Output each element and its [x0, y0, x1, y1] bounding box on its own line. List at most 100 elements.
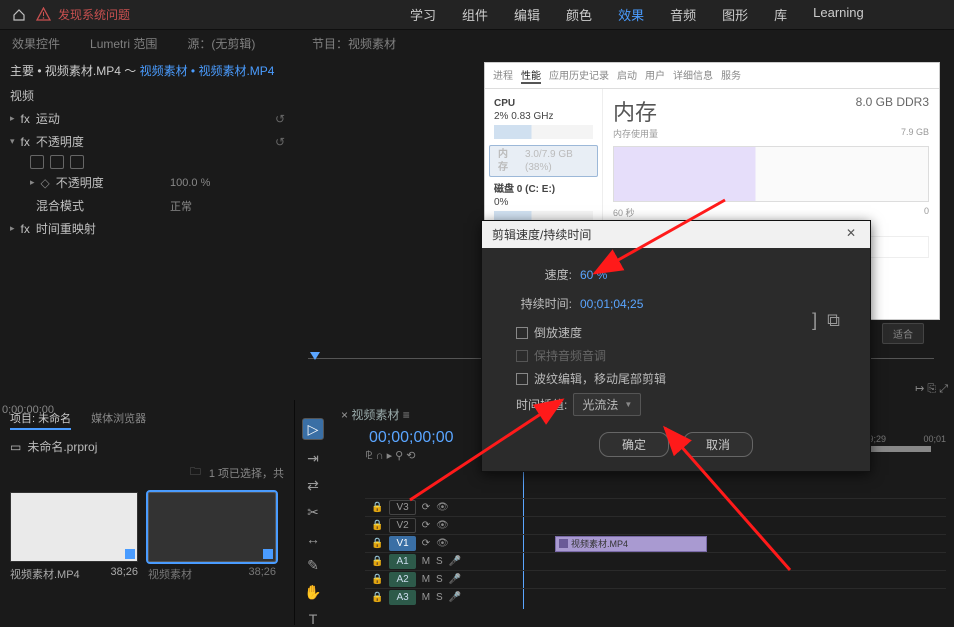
lock-icon[interactable]: 🔒: [371, 574, 383, 585]
menu-color[interactable]: 颜色: [566, 5, 592, 24]
blend-value[interactable]: 正常: [170, 198, 192, 214]
pen-mask-icon[interactable]: [70, 155, 84, 169]
ellipse-mask-icon[interactable]: [30, 155, 44, 169]
timeline-controls[interactable]: ⅊ ∩ ▸ ⚲ ⟲: [365, 448, 415, 463]
ok-button[interactable]: 确定: [599, 432, 669, 457]
sequence-tab[interactable]: 视频素材: [351, 408, 399, 422]
mic-icon[interactable]: 🎤: [449, 574, 461, 585]
lock-icon[interactable]: 🔒: [371, 502, 383, 513]
track-toggle[interactable]: A2: [389, 572, 415, 587]
video-group[interactable]: 视频: [10, 84, 285, 107]
ruler-tools[interactable]: ↦ ⎘ ⤢: [915, 382, 948, 396]
opacity-mask-tools: [30, 153, 285, 171]
eye-icon[interactable]: 👁: [436, 520, 449, 531]
reverse-checkbox-row[interactable]: 倒放速度: [516, 324, 846, 341]
track-toggle[interactable]: V3: [389, 500, 415, 515]
close-icon[interactable]: ✕: [842, 226, 860, 243]
tm-tab[interactable]: 进程: [493, 67, 513, 84]
tab-lumetri[interactable]: Lumetri 范围: [90, 35, 157, 52]
tab-program[interactable]: 节目：视频素材: [312, 35, 396, 52]
track-select-tool-icon[interactable]: ⇥: [302, 450, 324, 467]
tm-side-item[interactable]: 内存3.0/7.9 GB (38%): [489, 145, 598, 177]
mic-icon[interactable]: 🎤: [449, 592, 461, 603]
blend-mode-row[interactable]: 混合模式 正常: [36, 194, 285, 217]
tm-tab[interactable]: 用户: [645, 67, 665, 84]
sync-icon[interactable]: ⟳: [422, 502, 430, 513]
duration-value[interactable]: 00;01;04;25: [580, 297, 643, 311]
clip-link[interactable]: 视频素材 • 视频素材.MP4: [140, 64, 275, 78]
project-file-row[interactable]: ▭ 未命名.prproj: [10, 438, 284, 455]
zoom-fit-dropdown[interactable]: 适合: [882, 323, 924, 344]
tab-project[interactable]: 项目: 未命名: [10, 410, 71, 430]
lock-icon[interactable]: 🔒: [371, 592, 383, 603]
reset-icon[interactable]: ↺: [275, 135, 285, 149]
bin-item[interactable]: 视频素材.MP438;26: [10, 492, 138, 582]
fx-time-remap[interactable]: ▸fx时间重映射: [10, 217, 285, 240]
track-row: 🔒A2MS🎤: [365, 570, 946, 588]
warning-text[interactable]: 发现系统问题: [58, 6, 130, 23]
eye-icon[interactable]: 👁: [436, 502, 449, 513]
menu-learning[interactable]: Learning: [813, 5, 864, 24]
sync-icon[interactable]: ⟳: [422, 520, 430, 531]
razor-tool-icon[interactable]: ✂: [302, 504, 324, 521]
track-toggle[interactable]: A1: [389, 554, 415, 569]
slip-tool-icon[interactable]: ↔: [302, 531, 324, 547]
fx-opacity[interactable]: ▾fx不透明度↺: [10, 130, 285, 153]
selection-tool-icon[interactable]: ▷: [302, 418, 324, 440]
thumbnail[interactable]: [148, 492, 276, 562]
tracks: 🔒V3⟳👁 🔒V2⟳👁 🔒V1⟳👁 视频素材.MP4 🔒A1MS🎤 🔒A2MS🎤…: [365, 498, 946, 606]
opacity-value[interactable]: 100.0 %: [170, 177, 210, 189]
tab-source[interactable]: 源：(无剪辑): [187, 35, 255, 52]
home-icon[interactable]: [10, 6, 28, 24]
eye-icon[interactable]: 👁: [436, 538, 449, 549]
link-icon[interactable]: ] ⧉: [812, 310, 840, 331]
tab-effect-controls[interactable]: 效果控件: [12, 35, 60, 52]
lock-icon[interactable]: 🔒: [371, 556, 383, 567]
tm-tab[interactable]: 详细信息: [673, 67, 713, 84]
tab-media-browser[interactable]: 媒体浏览器: [91, 410, 146, 430]
opacity-value-row[interactable]: ▸◇ 不透明度 100.0 %: [30, 171, 285, 194]
panel-tabs-row: 效果控件 Lumetri 范围 源：(无剪辑) 节目：视频素材: [0, 30, 954, 56]
folder-icon[interactable]: 🗀: [190, 463, 201, 482]
sync-icon[interactable]: ⟳: [422, 538, 430, 549]
menu-assembly[interactable]: 组件: [462, 5, 488, 24]
tm-tab[interactable]: 启动: [617, 67, 637, 84]
bin-item[interactable]: 视频素材38;26: [148, 492, 276, 582]
ripple-tool-icon[interactable]: ⇄: [302, 477, 324, 494]
track-toggle[interactable]: A3: [389, 590, 415, 605]
menu-audio[interactable]: 音频: [670, 5, 696, 24]
menu-effects[interactable]: 效果: [618, 5, 644, 24]
cancel-button[interactable]: 取消: [683, 432, 753, 457]
warning-icon[interactable]: [34, 6, 52, 24]
hand-tool-icon[interactable]: ✋: [302, 584, 324, 601]
pen-tool-icon[interactable]: ✎: [302, 557, 324, 574]
dialog-titlebar[interactable]: 剪辑速度/持续时间 ✕: [482, 221, 870, 248]
fx-motion[interactable]: ▸fx运动↺: [10, 107, 285, 130]
tm-tab[interactable]: 性能: [521, 67, 541, 84]
playhead-icon[interactable]: [310, 352, 320, 360]
track-row: 🔒A3MS🎤: [365, 588, 946, 606]
menu-edit[interactable]: 编辑: [514, 5, 540, 24]
lock-icon[interactable]: 🔒: [371, 520, 383, 531]
video-clip[interactable]: 视频素材.MP4: [555, 536, 707, 552]
lock-icon[interactable]: 🔒: [371, 538, 383, 549]
ripple-checkbox-row[interactable]: 波纹编辑，移动尾部剪辑: [516, 370, 846, 387]
track-toggle[interactable]: V1: [389, 536, 415, 551]
menu-graphics[interactable]: 图形: [722, 5, 748, 24]
menu-learn[interactable]: 学习: [410, 5, 436, 24]
speed-value[interactable]: 60 %: [580, 268, 607, 282]
thumbnail[interactable]: [10, 492, 138, 562]
track-toggle[interactable]: V2: [389, 518, 415, 533]
selection-info: 1 项已选择，共: [209, 465, 284, 481]
tm-side-item[interactable]: CPU2% 0.83 GHz: [489, 93, 598, 143]
ruler-tc: 00;01: [923, 434, 946, 444]
interp-dropdown[interactable]: 光流法▼: [573, 393, 641, 416]
rect-mask-icon[interactable]: [50, 155, 64, 169]
mic-icon[interactable]: 🎤: [449, 556, 461, 567]
menu-library[interactable]: 库: [774, 5, 787, 24]
tm-tab[interactable]: 应用历史记录: [549, 67, 609, 84]
reset-icon[interactable]: ↺: [275, 112, 285, 126]
tm-tab[interactable]: 服务: [721, 67, 741, 84]
tools-column: ▷ ⇥ ⇄ ✂ ↔ ✎ ✋ T: [295, 400, 331, 625]
clip-speed-dialog[interactable]: 剪辑速度/持续时间 ✕ 速度: 60 % 持续时间: 00;01;04;25 ]…: [481, 220, 871, 472]
